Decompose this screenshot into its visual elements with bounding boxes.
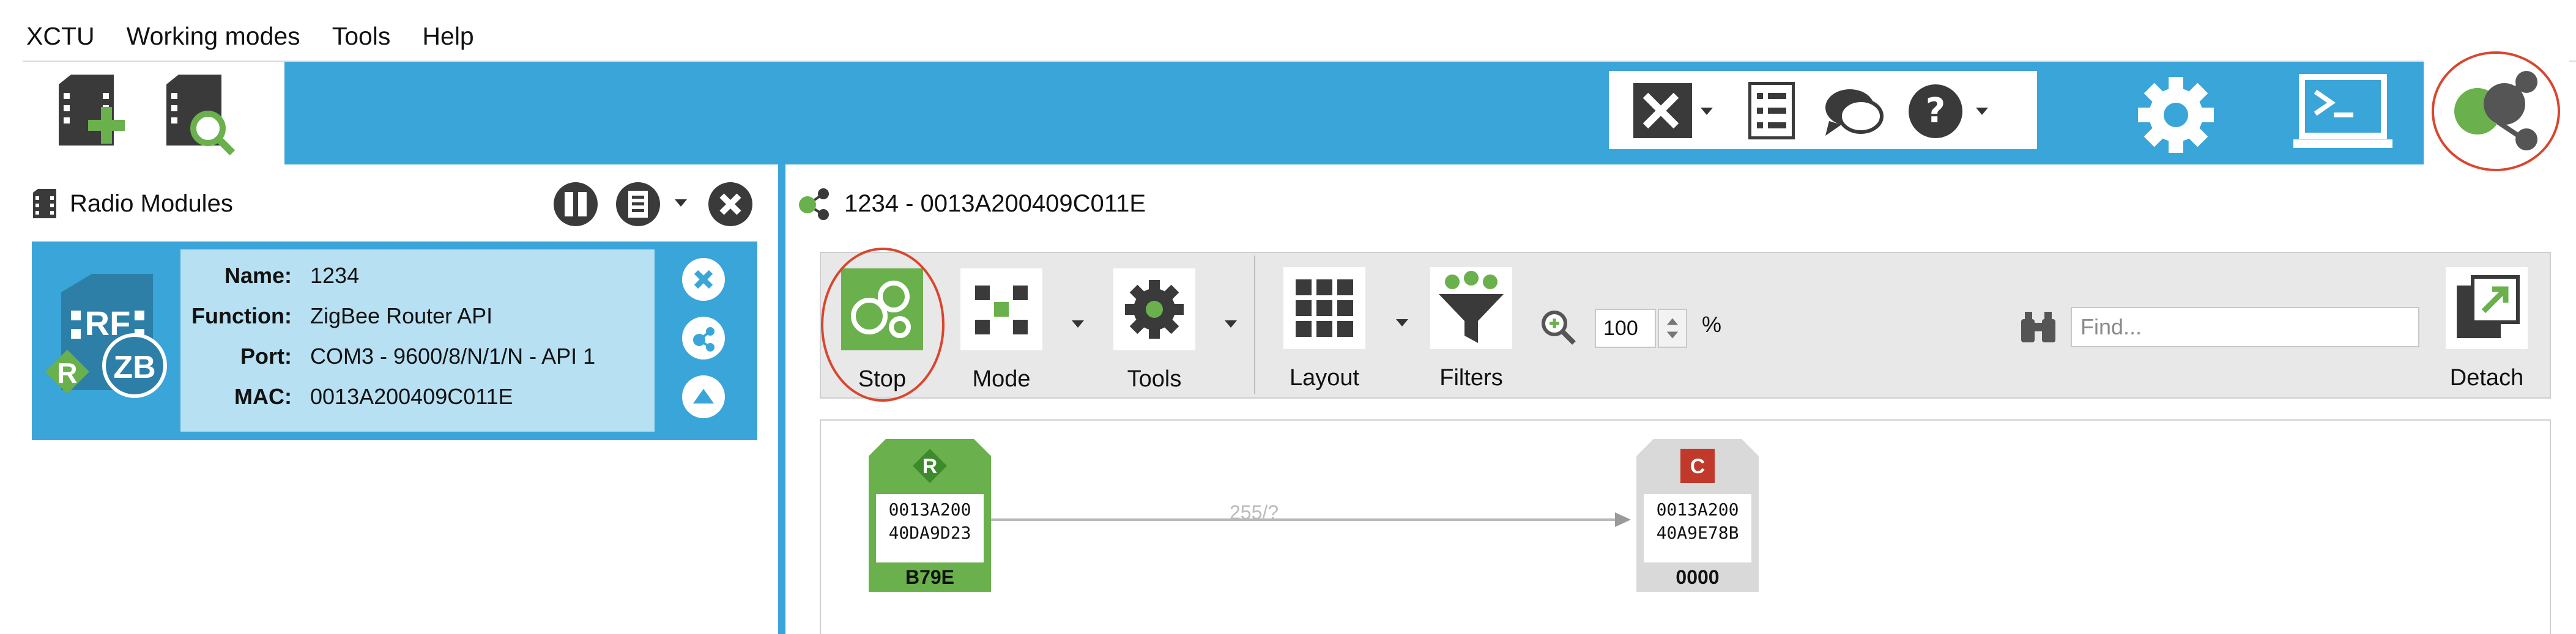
- zoom-unit: %: [1702, 312, 1722, 337]
- layout-dropdown-arrow[interactable]: [1396, 319, 1408, 326]
- remove-module-icon[interactable]: [682, 258, 725, 301]
- menu-xctu[interactable]: XCTU: [23, 11, 111, 61]
- layout-grid-icon: [1283, 267, 1365, 349]
- module-info-icon[interactable]: [552, 181, 599, 227]
- collapse-module-icon[interactable]: [682, 375, 725, 418]
- radio-module-icon: [33, 189, 56, 218]
- consoles-working-mode-icon[interactable]: [2291, 73, 2395, 153]
- panel-divider[interactable]: [778, 164, 785, 634]
- network-view-icon: [799, 188, 829, 220]
- module-mac: 0013A200409C011E: [310, 384, 513, 409]
- module-name: 1234: [310, 263, 360, 288]
- node-link[interactable]: [991, 501, 1633, 538]
- stop-button-highlight: [821, 248, 945, 402]
- router-short-address: B79E: [905, 566, 955, 588]
- coordinator-node[interactable]: C 0013A200 40A9E78B 0000: [1636, 439, 1759, 592]
- menu-working-modes[interactable]: Working modes: [111, 11, 316, 61]
- router-role-letter: R: [922, 455, 938, 478]
- mac-label: MAC:: [234, 384, 292, 409]
- toolbar-separator: [1254, 256, 1255, 394]
- tools-menu-dropdown-arrow[interactable]: [1225, 320, 1237, 328]
- module-port: COM3 - 9600/8/N/1/N - API 1: [310, 344, 596, 369]
- radio-modules-header: Radio Modules: [31, 177, 759, 230]
- port-label: Port:: [240, 344, 292, 369]
- configuration-working-mode-icon[interactable]: [2130, 73, 2222, 157]
- coordinator-short-address: 0000: [1676, 566, 1720, 588]
- module-badge-zb: ZB: [113, 350, 155, 385]
- tools-dropdown-arrow[interactable]: [1701, 108, 1713, 115]
- router-mac-line1: 0013A200: [888, 499, 971, 520]
- function-label: Function:: [191, 303, 292, 328]
- mode-dropdown-arrow[interactable]: [1072, 320, 1084, 328]
- find-input[interactable]: Find...: [2071, 307, 2419, 347]
- zoom-icon: [1542, 311, 1576, 345]
- mode-button[interactable]: Mode: [956, 268, 1047, 392]
- radio-modules-title: Radio Modules: [70, 190, 233, 217]
- zoom-input[interactable]: 100: [1595, 309, 1656, 348]
- tools-gear-icon: [1113, 268, 1195, 350]
- mode-icon: [960, 268, 1042, 350]
- network-mode-highlight: [2432, 51, 2560, 171]
- frames-generator-icon[interactable]: [1748, 82, 1795, 139]
- tools-button[interactable]: Tools: [1108, 268, 1200, 392]
- module-function: ZigBee Router API: [310, 303, 493, 328]
- binoculars-icon: [2021, 312, 2055, 342]
- network-view-header: 1234 - 0013A200409C011E: [795, 177, 1146, 230]
- coordinator-mac-line2: 40A9E78B: [1656, 523, 1739, 543]
- tools-label: Tools: [1127, 366, 1182, 392]
- layout-button[interactable]: Layout: [1279, 267, 1370, 391]
- filters-button[interactable]: Filters: [1425, 267, 1517, 391]
- menu-tools[interactable]: Tools: [316, 11, 407, 61]
- filters-label: Filters: [1439, 365, 1503, 391]
- coordinator-role-letter: C: [1690, 455, 1706, 478]
- svg-text:?: ?: [1926, 91, 1945, 131]
- name-label: Name:: [224, 263, 292, 288]
- menu-bar: XCTU Working modes Tools Help: [23, 12, 2576, 62]
- discover-modules-icon[interactable]: [160, 72, 236, 158]
- menu-help[interactable]: Help: [406, 11, 489, 61]
- detach-label: Detach: [2449, 365, 2524, 391]
- help-icon[interactable]: ?: [1907, 83, 1964, 139]
- module-badge-r: R: [57, 357, 77, 389]
- tools-icon[interactable]: [1633, 83, 1692, 138]
- network-view-title: 1234 - 0013A200409C011E: [844, 190, 1146, 217]
- help-dropdown-arrow[interactable]: [1976, 108, 1988, 115]
- remove-all-modules-icon[interactable]: [707, 181, 754, 227]
- mode-label: Mode: [972, 366, 1031, 392]
- link-quality-label: 255/?: [1230, 501, 1279, 523]
- filter-funnel-icon: [1430, 267, 1512, 349]
- layout-label: Layout: [1289, 365, 1360, 391]
- router-node[interactable]: R 0013A200 40DA9D23 B79E: [869, 439, 991, 592]
- router-mac-line2: 40DA9D23: [888, 523, 971, 543]
- zoom-spinner[interactable]: [1658, 309, 1687, 348]
- module-info-panel: Name: 1234 Function: ZigBee Router API P…: [180, 249, 655, 432]
- module-list-icon[interactable]: [615, 181, 661, 227]
- detach-icon: [2446, 267, 2528, 349]
- add-module-icon[interactable]: [53, 72, 128, 158]
- zigbee-router-module-icon: RF ZB R: [45, 274, 167, 398]
- chat-icon[interactable]: [1823, 84, 1884, 138]
- coordinator-mac-line1: 0013A200: [1656, 499, 1739, 520]
- module-list-dropdown-arrow[interactable]: [675, 199, 687, 207]
- toolbar-tools-group: ?: [1609, 71, 2037, 149]
- detach-button[interactable]: Detach: [2435, 267, 2539, 391]
- module-network-icon[interactable]: [682, 317, 725, 359]
